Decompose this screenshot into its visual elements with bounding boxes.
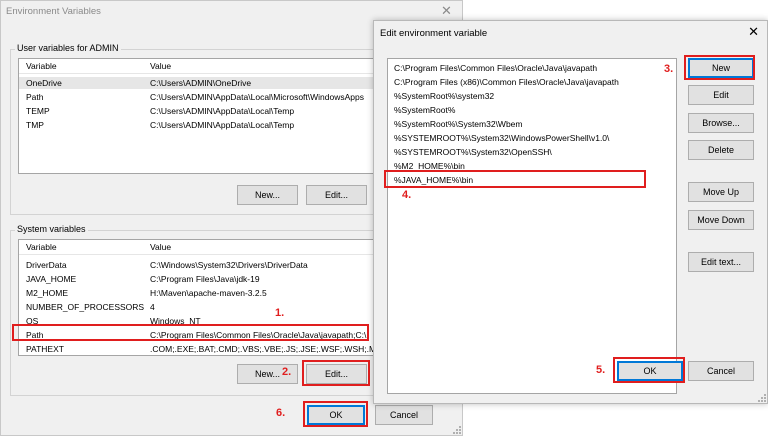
table-row[interactable]: Path C:\Users\ADMIN\AppData\Local\Micros…: [19, 91, 374, 103]
list-item[interactable]: C:\Program Files\Common Files\Oracle\Jav…: [394, 62, 597, 75]
row-variable: JAVA_HOME: [26, 274, 77, 284]
step-1-label: 1.: [275, 307, 285, 319]
row-value: C:\Users\ADMIN\AppData\Local\Temp: [150, 106, 295, 116]
step-3-label: 3.: [664, 63, 674, 75]
row-variable: TEMP: [26, 106, 50, 116]
list-item[interactable]: %SYSTEMROOT%\System32\WindowsPowerShell\…: [394, 132, 609, 145]
list-header: Variable Value: [19, 240, 374, 255]
close-icon[interactable]: ✕: [748, 24, 759, 40]
step-6-label: 6.: [276, 407, 286, 419]
row-value: C:\Users\ADMIN\AppData\Local\Microsoft\W…: [150, 92, 364, 102]
list-item[interactable]: %SYSTEMROOT%\System32\OpenSSH\: [394, 146, 552, 159]
row-value: .COM;.EXE;.BAT;.CMD;.VBS;.VBE;.JS;.JSE;.…: [150, 344, 375, 354]
table-row[interactable]: TEMP C:\Users\ADMIN\AppData\Local\Temp: [19, 105, 374, 117]
row-variable: Path: [26, 92, 44, 102]
row-value: C:\Users\ADMIN\AppData\Local\Temp: [150, 120, 295, 130]
table-row[interactable]: OneDrive C:\Users\ADMIN\OneDrive: [19, 77, 374, 89]
path-entries-list[interactable]: C:\Program Files\Common Files\Oracle\Jav…: [387, 58, 677, 394]
move-down-button[interactable]: Move Down: [688, 210, 754, 230]
system-variables-label: System variables: [15, 224, 88, 234]
dialog-title: Environment Variables: [6, 6, 101, 17]
row-value: C:\Windows\System32\Drivers\DriverData: [150, 260, 308, 270]
row-value: H:\Maven\apache-maven-3.2.5: [150, 288, 267, 298]
dialog-title: Edit environment variable: [380, 28, 488, 39]
user-edit-button[interactable]: Edit...: [306, 185, 367, 205]
row-variable: OneDrive: [26, 78, 62, 88]
row-variable: DriverData: [26, 260, 67, 270]
list-item[interactable]: %SystemRoot%\system32: [394, 90, 494, 103]
table-row[interactable]: NUMBER_OF_PROCESSORS 4: [19, 301, 374, 313]
row-variable: TMP: [26, 120, 44, 130]
column-value[interactable]: Value: [150, 240, 171, 255]
column-variable[interactable]: Variable: [26, 240, 57, 255]
list-item[interactable]: %SystemRoot%: [394, 104, 455, 117]
row-variable: M2_HOME: [26, 288, 69, 298]
row-variable: PATHEXT: [26, 344, 64, 354]
list-header: Variable Value: [19, 59, 374, 74]
highlight-new-button: [684, 55, 755, 80]
highlight-main-ok-button: [303, 401, 368, 427]
user-variables-list[interactable]: Variable Value OneDrive C:\Users\ADMIN\O…: [18, 58, 375, 174]
list-item[interactable]: C:\Program Files (x86)\Common Files\Orac…: [394, 76, 619, 89]
highlight-java-home-entry: [384, 170, 646, 188]
row-value: 4: [150, 302, 155, 312]
edit-text-button[interactable]: Edit text...: [688, 252, 754, 272]
user-variables-label: User variables for ADMIN: [15, 43, 121, 53]
user-new-button[interactable]: New...: [237, 185, 298, 205]
row-value: C:\Program Files\Java\jdk-19: [150, 274, 260, 284]
table-row[interactable]: M2_HOME H:\Maven\apache-maven-3.2.5: [19, 287, 374, 299]
resize-grip-icon[interactable]: [758, 394, 766, 402]
highlight-path-row: [12, 324, 369, 341]
browse-button[interactable]: Browse...: [688, 113, 754, 133]
row-value: C:\Users\ADMIN\OneDrive: [150, 78, 252, 88]
row-variable: NUMBER_OF_PROCESSORS: [26, 302, 145, 312]
step-5-label: 5.: [596, 364, 606, 376]
edit-button[interactable]: Edit: [688, 85, 754, 105]
edit-cancel-button[interactable]: Cancel: [688, 361, 754, 381]
list-item[interactable]: %SystemRoot%\System32\Wbem: [394, 118, 522, 131]
close-icon[interactable]: ✕: [441, 3, 452, 19]
column-value[interactable]: Value: [150, 59, 171, 74]
highlight-system-edit-button: [302, 360, 370, 386]
main-cancel-button[interactable]: Cancel: [375, 405, 433, 425]
step-2-label: 2.: [282, 366, 292, 378]
table-row[interactable]: PATHEXT .COM;.EXE;.BAT;.CMD;.VBS;.VBE;.J…: [19, 343, 375, 355]
table-row[interactable]: JAVA_HOME C:\Program Files\Java\jdk-19: [19, 273, 374, 285]
move-up-button[interactable]: Move Up: [688, 182, 754, 202]
table-row[interactable]: DriverData C:\Windows\System32\Drivers\D…: [19, 259, 374, 271]
delete-button[interactable]: Delete: [688, 140, 754, 160]
step-4-label: 4.: [402, 189, 412, 201]
resize-grip-icon[interactable]: [453, 426, 461, 434]
table-row[interactable]: TMP C:\Users\ADMIN\AppData\Local\Temp: [19, 119, 374, 131]
highlight-edit-ok-button: [613, 357, 685, 383]
column-variable[interactable]: Variable: [26, 59, 57, 74]
